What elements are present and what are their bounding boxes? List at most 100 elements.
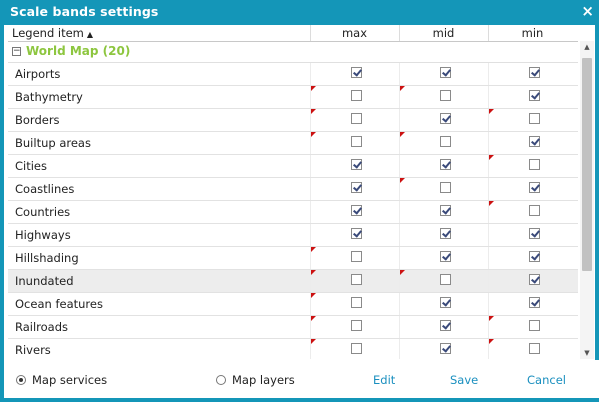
mid-checkbox[interactable] bbox=[440, 90, 451, 101]
cell-divider bbox=[488, 224, 489, 246]
column-header-max[interactable]: max bbox=[310, 26, 399, 41]
grid-header: Legend item ▲ max mid min bbox=[8, 25, 578, 42]
min-checkbox[interactable] bbox=[529, 205, 540, 216]
dialog-footer: Map services Map layers Edit Save Cancel bbox=[8, 360, 599, 398]
min-checkbox[interactable] bbox=[529, 159, 540, 170]
max-checkbox[interactable] bbox=[351, 159, 362, 170]
modified-flag-icon bbox=[311, 247, 316, 252]
map-layers-label[interactable]: Map layers bbox=[232, 373, 295, 387]
max-checkbox[interactable] bbox=[351, 251, 362, 262]
min-checkbox[interactable] bbox=[529, 228, 540, 239]
mid-checkbox[interactable] bbox=[440, 297, 451, 308]
close-icon[interactable]: × bbox=[581, 2, 594, 20]
mid-checkbox[interactable] bbox=[440, 251, 451, 262]
legend-item-header-label: Legend item bbox=[12, 26, 84, 40]
min-checkbox[interactable] bbox=[529, 90, 540, 101]
cell-divider bbox=[488, 178, 489, 200]
cell-divider bbox=[399, 316, 400, 338]
mid-checkbox[interactable] bbox=[440, 67, 451, 78]
cell-divider bbox=[310, 178, 311, 200]
map-services-radio[interactable] bbox=[16, 375, 26, 385]
save-button[interactable]: Save bbox=[450, 373, 478, 387]
table-row[interactable]: Builtup areas bbox=[8, 132, 578, 155]
mid-checkbox[interactable] bbox=[440, 159, 451, 170]
column-header-min[interactable]: min bbox=[488, 26, 577, 41]
table-row[interactable]: Bathymetry bbox=[8, 86, 578, 109]
table-row[interactable]: Inundated bbox=[8, 270, 578, 293]
table-row[interactable]: Ocean features bbox=[8, 293, 578, 316]
scrollbar-thumb[interactable] bbox=[582, 58, 592, 271]
min-checkbox[interactable] bbox=[529, 182, 540, 193]
max-checkbox[interactable] bbox=[351, 113, 362, 124]
table-row[interactable]: Borders bbox=[8, 109, 578, 132]
mid-checkbox[interactable] bbox=[440, 274, 451, 285]
max-checkbox[interactable] bbox=[351, 136, 362, 147]
min-checkbox[interactable] bbox=[529, 251, 540, 262]
min-checkbox[interactable] bbox=[529, 297, 540, 308]
legend-grid: Legend item ▲ max mid min − World Map (20… bbox=[8, 25, 578, 359]
mid-checkbox[interactable] bbox=[440, 343, 451, 354]
cancel-button[interactable]: Cancel bbox=[527, 373, 566, 387]
collapse-icon[interactable]: − bbox=[12, 47, 21, 56]
map-services-label[interactable]: Map services bbox=[32, 373, 107, 387]
modified-flag-icon bbox=[311, 293, 316, 298]
min-checkbox[interactable] bbox=[529, 343, 540, 354]
cell-divider bbox=[488, 247, 489, 269]
max-checkbox[interactable] bbox=[351, 228, 362, 239]
modified-flag-icon bbox=[400, 86, 405, 91]
mid-checkbox[interactable] bbox=[440, 136, 451, 147]
map-layers-radio[interactable] bbox=[216, 375, 226, 385]
modified-flag-icon bbox=[400, 178, 405, 183]
group-row-world-map[interactable]: − World Map (20) bbox=[8, 41, 578, 63]
table-row[interactable]: Countries bbox=[8, 201, 578, 224]
column-header-mid[interactable]: mid bbox=[399, 26, 488, 41]
max-checkbox[interactable] bbox=[351, 90, 362, 101]
table-row[interactable]: Airports bbox=[8, 63, 578, 86]
legend-item-name: Coastlines bbox=[15, 182, 75, 196]
max-checkbox[interactable] bbox=[351, 274, 362, 285]
mid-checkbox[interactable] bbox=[440, 205, 451, 216]
cell-divider bbox=[488, 132, 489, 154]
cell-divider bbox=[399, 247, 400, 269]
max-checkbox[interactable] bbox=[351, 205, 362, 216]
modified-flag-icon bbox=[400, 270, 405, 275]
edit-button[interactable]: Edit bbox=[373, 373, 395, 387]
max-checkbox[interactable] bbox=[351, 182, 362, 193]
max-checkbox[interactable] bbox=[351, 343, 362, 354]
min-checkbox[interactable] bbox=[529, 136, 540, 147]
min-checkbox[interactable] bbox=[529, 320, 540, 331]
legend-item-name: Cities bbox=[15, 159, 47, 173]
cell-divider bbox=[488, 63, 489, 85]
modified-flag-icon bbox=[311, 86, 316, 91]
table-row[interactable]: Rivers bbox=[8, 339, 578, 359]
cell-divider bbox=[399, 155, 400, 177]
mid-checkbox[interactable] bbox=[440, 320, 451, 331]
max-checkbox[interactable] bbox=[351, 67, 362, 78]
modified-flag-icon bbox=[489, 201, 494, 206]
max-checkbox[interactable] bbox=[351, 297, 362, 308]
table-row[interactable]: Highways bbox=[8, 224, 578, 247]
legend-item-name: Highways bbox=[15, 228, 71, 242]
table-row[interactable]: Cities bbox=[8, 155, 578, 178]
legend-item-name: Inundated bbox=[15, 274, 74, 288]
modified-flag-icon bbox=[311, 316, 316, 321]
column-header-legend-item[interactable]: Legend item ▲ bbox=[12, 26, 93, 41]
mid-checkbox[interactable] bbox=[440, 182, 451, 193]
min-checkbox[interactable] bbox=[529, 67, 540, 78]
scroll-down-icon[interactable]: ▼ bbox=[580, 347, 594, 359]
modified-flag-icon bbox=[489, 155, 494, 160]
cell-divider bbox=[399, 201, 400, 223]
mid-checkbox[interactable] bbox=[440, 228, 451, 239]
table-row[interactable]: Railroads bbox=[8, 316, 578, 339]
table-row[interactable]: Hillshading bbox=[8, 247, 578, 270]
scroll-up-icon[interactable]: ▲ bbox=[580, 41, 594, 53]
max-checkbox[interactable] bbox=[351, 320, 362, 331]
vertical-scrollbar[interactable]: ▲ ▼ bbox=[580, 41, 594, 359]
cell-divider bbox=[399, 339, 400, 359]
min-checkbox[interactable] bbox=[529, 274, 540, 285]
cell-divider bbox=[399, 109, 400, 131]
min-checkbox[interactable] bbox=[529, 113, 540, 124]
dialog-title-bar: Scale bands settings × bbox=[4, 0, 599, 25]
mid-checkbox[interactable] bbox=[440, 113, 451, 124]
table-row[interactable]: Coastlines bbox=[8, 178, 578, 201]
